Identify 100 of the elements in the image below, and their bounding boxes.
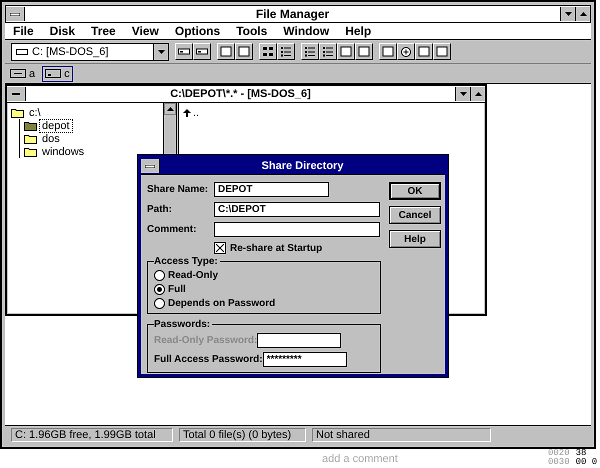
bar-icon	[145, 164, 155, 168]
toolbar-button[interactable]	[415, 43, 433, 60]
system-menu-button[interactable]	[7, 87, 26, 101]
radio-button[interactable]	[154, 270, 165, 280]
status-text: C: 1.96GB free, 1.99GB total	[11, 428, 173, 442]
checkbox-label: Re-share at Startup	[230, 242, 322, 254]
hex-value: 00 0	[576, 458, 598, 467]
dialog-button[interactable]: OK	[389, 182, 441, 200]
hard-drive-icon	[45, 69, 62, 78]
toolbar-button[interactable]	[217, 43, 235, 60]
parent-folder-item[interactable]: ..	[193, 106, 200, 118]
group-title: Passwords:	[154, 319, 212, 330]
window-title: C:\DEPOT\*.* - [MS-DOS_6]	[169, 88, 312, 100]
menu-item[interactable]: Tools	[228, 24, 276, 38]
page-icon	[418, 46, 430, 57]
plus-icon	[400, 46, 412, 57]
folder-item[interactable]: dos	[39, 132, 63, 146]
folder-item[interactable]: depot	[39, 118, 73, 132]
drive-icon	[196, 46, 208, 57]
field-label: Full Access Password:	[154, 354, 263, 365]
field-label: Path:	[147, 204, 173, 214]
checkbox[interactable]	[214, 242, 226, 254]
input-field[interactable]: C:\DEPOT	[214, 202, 380, 216]
page-icon	[358, 46, 370, 57]
field-label: Comment:	[147, 224, 198, 234]
down-arrow-icon	[158, 50, 164, 54]
maximize-button[interactable]	[470, 87, 485, 101]
dialog-button[interactable]: Cancel	[389, 206, 441, 224]
drive-name: C: [MS-DOS_6]	[32, 46, 108, 58]
menu-item[interactable]: Tree	[83, 24, 124, 38]
field-label: Read-Only Password:	[154, 335, 258, 346]
menu-item[interactable]: Window	[275, 24, 338, 38]
toolbar-button[interactable]	[337, 43, 355, 60]
input-field[interactable]: DEPOT	[214, 182, 329, 196]
down-arrow-icon	[564, 12, 572, 16]
folder-icon	[24, 120, 37, 130]
toolbar-button[interactable]	[319, 43, 337, 60]
up-arrow-icon	[166, 107, 174, 111]
drive-button[interactable]: a	[7, 66, 38, 82]
toolbar-button[interactable]	[235, 43, 253, 60]
radio-button[interactable]	[154, 284, 165, 294]
grid-icon	[262, 46, 274, 57]
password-field[interactable]: *********	[262, 352, 347, 367]
maximize-button[interactable]	[575, 7, 590, 21]
menu-item[interactable]: File	[5, 24, 42, 38]
folder-icon	[24, 146, 37, 156]
hex-offset: 0030	[548, 458, 570, 467]
radio-button[interactable]	[154, 298, 165, 308]
status-text: Not shared	[312, 428, 491, 442]
toolbar-button[interactable]	[193, 43, 211, 60]
system-menu-button[interactable]	[141, 159, 160, 173]
drive-dropdown[interactable]: C: [MS-DOS_6]	[11, 42, 169, 60]
minimize-button[interactable]	[455, 87, 470, 101]
radio-label: Full	[168, 284, 186, 294]
dialog-button[interactable]: Help	[389, 230, 441, 248]
dialog-title: Share Directory	[260, 160, 344, 172]
folder-item[interactable]: c:\	[26, 106, 44, 120]
up-arrow-icon	[474, 92, 482, 96]
system-menu-button[interactable]	[6, 7, 25, 21]
field-label: Share Name:	[147, 184, 210, 194]
toolbar-button[interactable]	[175, 43, 193, 60]
list-icon	[304, 46, 316, 57]
list-icon	[322, 46, 334, 57]
list-icon	[280, 46, 292, 57]
drive-icon	[178, 46, 190, 57]
drive-icon	[16, 48, 28, 54]
folder-icon	[24, 134, 37, 144]
folder-item[interactable]: windows	[39, 144, 88, 158]
scroll-up-button[interactable]	[164, 103, 176, 115]
up-arrow-icon	[580, 12, 586, 16]
toolbar-button[interactable]	[277, 43, 295, 60]
page-icon	[238, 46, 250, 57]
drive-button[interactable]: c	[42, 66, 73, 82]
page-icon	[340, 46, 352, 57]
page-icon	[382, 46, 394, 57]
menu-item[interactable]: Options	[166, 24, 228, 38]
toolbar-button[interactable]	[259, 43, 277, 60]
page-icon	[436, 46, 448, 57]
toolbar-button[interactable]	[433, 43, 451, 60]
down-arrow-icon	[460, 92, 466, 96]
minimize-button[interactable]	[560, 7, 575, 21]
toolbar-button[interactable]	[379, 43, 397, 60]
menu-item[interactable]: Help	[337, 24, 380, 38]
input-field[interactable]	[214, 222, 380, 236]
bar-icon	[10, 12, 20, 16]
toolbar-button[interactable]	[397, 43, 415, 60]
floppy-drive-icon	[10, 69, 26, 78]
status-text: Total 0 file(s) (0 bytes)	[179, 428, 306, 442]
radio-label: Depends on Password	[168, 298, 276, 308]
radio-label: Read-Only	[168, 270, 218, 280]
window-title: File Manager	[254, 7, 330, 21]
menu-item[interactable]: Disk	[42, 24, 84, 38]
toolbar-button[interactable]	[301, 43, 319, 60]
menu-item[interactable]: View	[124, 24, 167, 38]
hex-value: 38	[576, 449, 586, 458]
hex-offset: 0020	[548, 449, 570, 458]
up-arrow-icon	[183, 108, 191, 116]
toolbar-button[interactable]	[355, 43, 373, 60]
group-title: Access Type:	[154, 256, 220, 267]
page-icon	[220, 46, 232, 57]
